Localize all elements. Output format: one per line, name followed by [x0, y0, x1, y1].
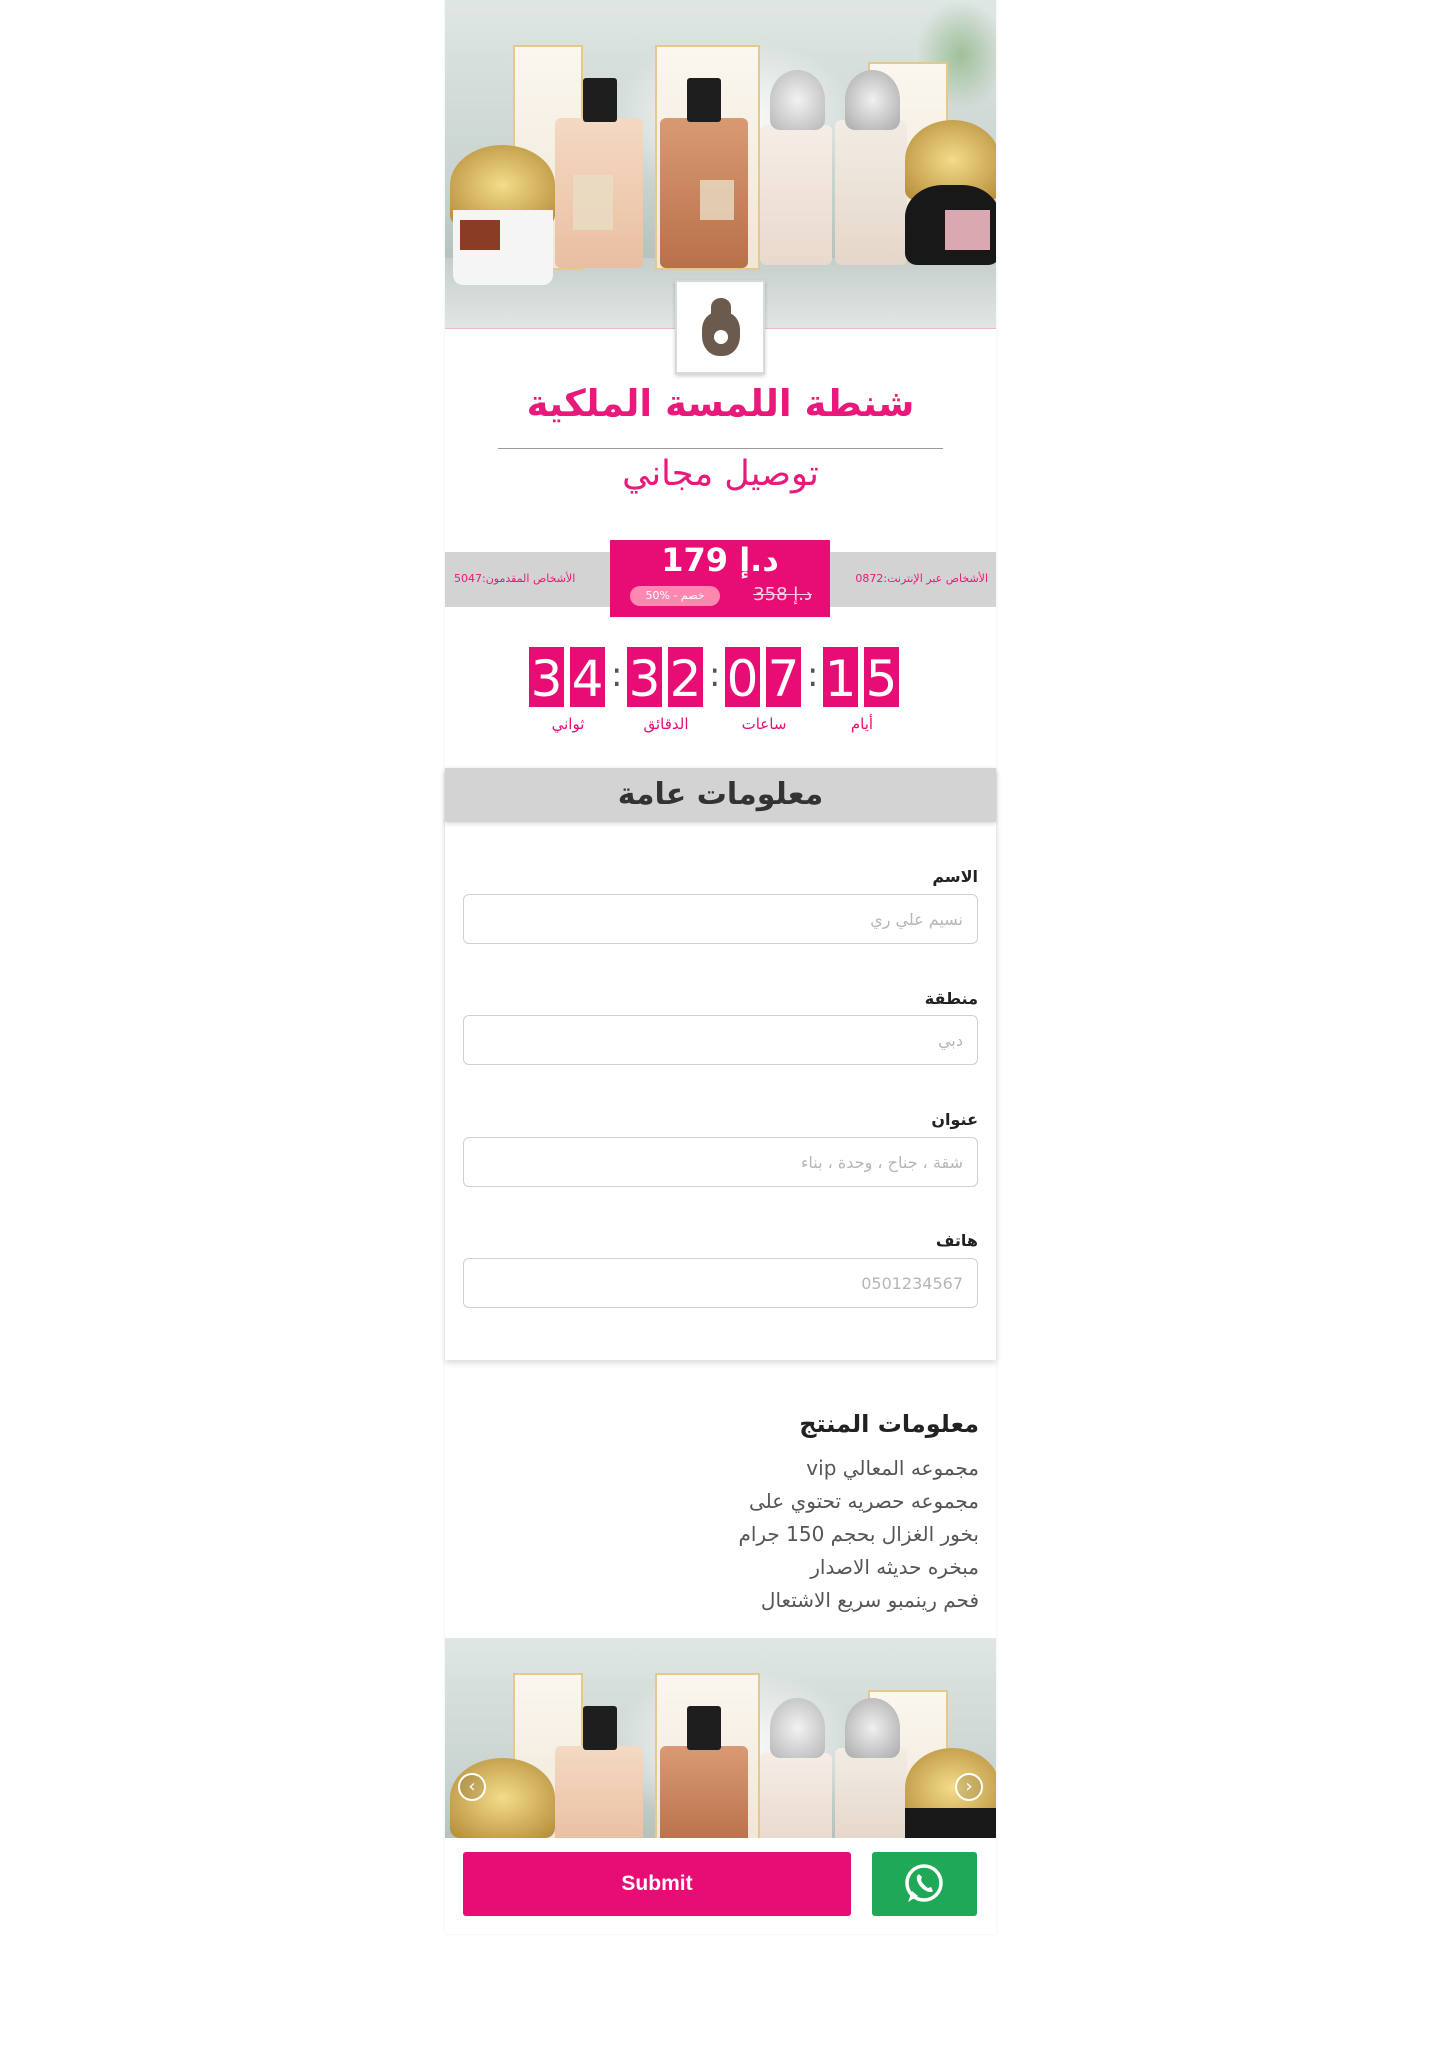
phone-label: هاتف	[935, 1231, 978, 1250]
countdown-minutes: 3 2	[625, 645, 707, 709]
product-info-line: فحم رينمبو سريع الاشتعال	[760, 1588, 979, 1612]
product-info-title: معلومات المنتج	[799, 1410, 979, 1438]
countdown-timer: 3 4 : 3 2 : 0 7 : 1 5	[527, 645, 912, 713]
title-divider	[498, 448, 943, 449]
carousel-next-arrow-icon[interactable]: ›	[955, 1773, 983, 1801]
product-info-line: مبخره حديثه الاصدار	[810, 1555, 979, 1579]
current-price: 179 د.إ	[661, 541, 779, 579]
countdown-hours: 0 7	[723, 645, 805, 709]
form-heading: معلومات عامة	[445, 768, 996, 822]
bottom-action-bar: Submit	[445, 1838, 996, 1934]
address-input[interactable]	[463, 1137, 978, 1187]
region-label: منطقة	[924, 989, 978, 1008]
countdown-colon: :	[709, 655, 721, 695]
countdown-digit: 3	[527, 645, 566, 709]
phone-input[interactable]	[463, 1258, 978, 1308]
product-info-list: مجموعه المعالي vip مجموعه حصريه تحتوي عل…	[579, 1452, 979, 1617]
countdown-digit: 5	[862, 645, 901, 709]
discount-badge: 50% - خصم	[630, 586, 720, 606]
whatsapp-icon	[905, 1864, 943, 1902]
product-info-line: مجموعه المعالي vip	[806, 1456, 979, 1480]
applicants-count: الأشخاص المقدمون:5047	[454, 572, 576, 585]
submit-button[interactable]: Submit	[463, 1852, 851, 1916]
countdown-days: 1 5	[821, 645, 903, 709]
countdown-digit: 2	[666, 645, 705, 709]
countdown-digit: 7	[764, 645, 803, 709]
countdown-digit: 4	[568, 645, 607, 709]
old-price: 358 د.إ	[753, 584, 812, 605]
countdown-digit: 0	[723, 645, 762, 709]
region-input[interactable]	[463, 1015, 978, 1065]
address-label: عنوان	[931, 1110, 978, 1129]
brand-logo	[675, 280, 765, 374]
landing-page: شنطة اللمسة الملكية توصيل مجاني الأشخاص …	[445, 0, 996, 1934]
hours-label: ساعات	[741, 715, 787, 733]
price-box: 179 د.إ 358 د.إ 50% - خصم	[610, 540, 830, 617]
product-info-line: مجموعه حصريه تحتوي على	[749, 1489, 979, 1513]
name-input[interactable]	[463, 894, 978, 944]
seconds-label: ثواني	[551, 715, 585, 733]
name-label: الاسم	[932, 867, 978, 886]
page-title: شنطة اللمسة الملكية	[526, 382, 915, 425]
countdown-digit: 1	[821, 645, 860, 709]
countdown-colon: :	[611, 655, 623, 695]
whatsapp-button[interactable]	[872, 1852, 977, 1916]
carousel-prev-arrow-icon[interactable]: ‹	[458, 1773, 486, 1801]
product-info-line: بخور الغزال بحجم 150 جرام	[738, 1522, 979, 1546]
countdown-digit: 3	[625, 645, 664, 709]
minutes-label: الدقائق	[643, 715, 689, 733]
countdown-colon: :	[807, 655, 819, 695]
page-subtitle: توصيل مجاني	[622, 454, 819, 494]
order-form: معلومات عامة الاسم منطقة عنوان هاتف	[445, 768, 996, 1360]
countdown-seconds: 3 4	[527, 645, 609, 709]
product-carousel	[445, 1638, 996, 1838]
online-count: الأشخاص عبر الإنترنت:0872	[855, 572, 988, 585]
days-label: أيام	[850, 715, 874, 733]
